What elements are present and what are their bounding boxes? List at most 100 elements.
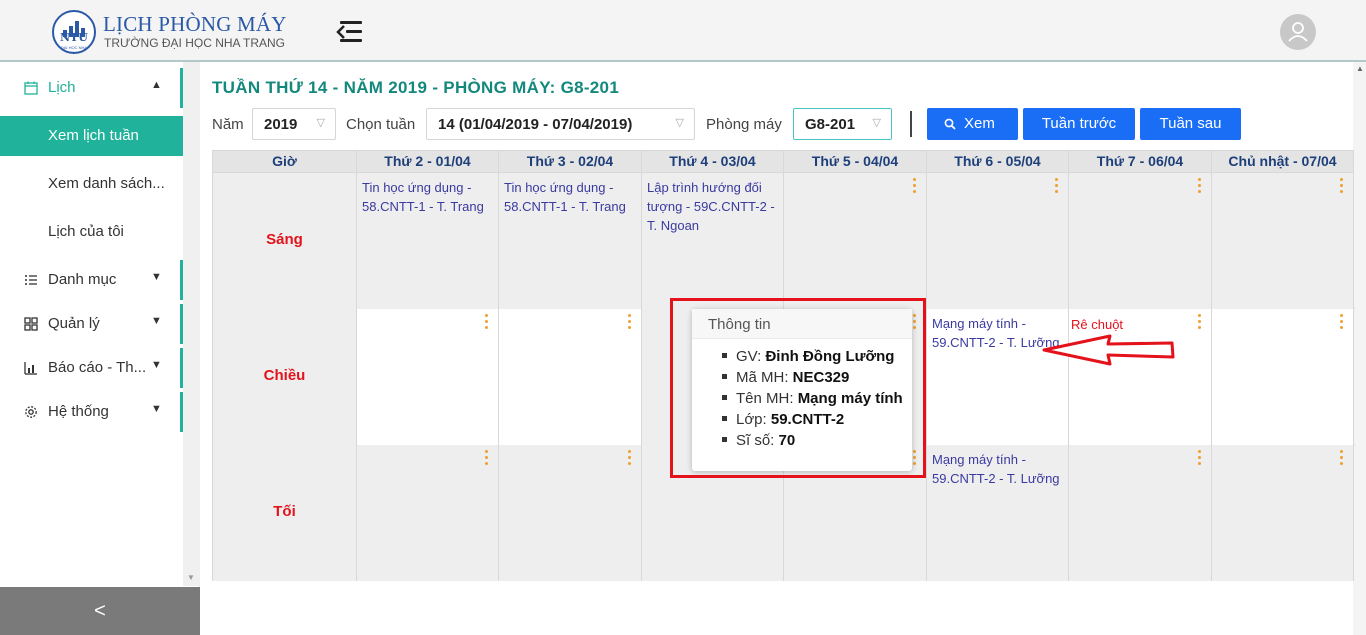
sidebar: Lịch ▲ Xem lịch tuần Xem danh sách... Lị… xyxy=(0,62,200,635)
chevron-up-icon: ▲ xyxy=(151,79,162,91)
collapse-arrow-icon xyxy=(336,25,345,39)
sidebar-item-system[interactable]: Hệ thống ▼ xyxy=(0,392,183,432)
table-header: Giờ Thứ 2 - 01/04 Thứ 3 - 02/04 Thứ 4 - … xyxy=(213,151,1353,173)
column-header-thu: Thứ 5 - 04/04 xyxy=(784,151,927,173)
week-select[interactable]: 14 (01/04/2019 - 07/04/2019) ▽ xyxy=(426,108,695,140)
sidebar-item-label: Báo cáo - Th... xyxy=(48,359,147,376)
more-options-icon[interactable] xyxy=(913,178,917,196)
room-label: Phòng máy xyxy=(706,116,782,133)
sidebar-collapse-button[interactable]: < xyxy=(0,587,200,635)
table-row-morning: Sáng Tin học ứng dụng - 58.CNTT-1 - T. T… xyxy=(213,173,1355,309)
prev-week-button[interactable]: Tuần trước xyxy=(1023,108,1135,140)
sidebar-scrollbar[interactable]: ▼ xyxy=(183,62,200,586)
column-header-tue: Thứ 3 - 02/04 xyxy=(499,151,642,173)
hover-note-label: Rê chuột xyxy=(1071,317,1124,332)
session-label-text: Chiều xyxy=(263,367,306,384)
more-options-icon[interactable] xyxy=(628,450,632,468)
sidebar-item-label: Xem lịch tuần xyxy=(48,127,139,144)
class-entry[interactable]: Tin học ứng dụng - 58.CNTT-1 - T. Trang xyxy=(362,178,492,216)
class-entry[interactable]: Tin học ứng dụng - 58.CNTT-1 - T. Trang xyxy=(504,178,635,216)
column-header-sat: Thứ 7 - 06/04 xyxy=(1069,151,1212,173)
class-entry[interactable]: Mạng máy tính - 59.CNTT-2 - T. Lưỡng xyxy=(932,450,1062,488)
more-options-icon[interactable] xyxy=(1340,178,1344,196)
chevron-down-icon: ▼ xyxy=(151,359,162,371)
column-header-wed: Thứ 4 - 03/04 xyxy=(642,151,784,173)
room-value: G8-201 xyxy=(805,116,856,133)
more-options-icon[interactable] xyxy=(1198,450,1202,468)
more-options-icon[interactable] xyxy=(1340,450,1344,468)
schedule-cell-fri-afternoon[interactable]: Mạng máy tính - 59.CNTT-2 - T. Lưỡng xyxy=(927,309,1069,445)
sidebar-item-week-view[interactable]: Xem lịch tuần xyxy=(0,116,183,156)
menu-line xyxy=(340,39,362,42)
schedule-cell-tue-afternoon[interactable] xyxy=(499,309,642,445)
column-header-sun: Chủ nhật - 07/04 xyxy=(1228,153,1337,169)
more-options-icon[interactable] xyxy=(485,450,489,468)
schedule-cell-wed-morning[interactable]: Lập trình hướng đối tượng - 59C.CNTT-2 -… xyxy=(642,173,784,309)
schedule-cell-sun-evening[interactable] xyxy=(1212,445,1353,581)
gear-icon xyxy=(25,406,37,418)
sidebar-item-calendar[interactable]: Lịch ▲ xyxy=(0,68,183,108)
schedule-cell-sun-morning[interactable] xyxy=(1212,173,1353,309)
column-header-fri: Thứ 6 - 05/04 xyxy=(927,151,1069,173)
more-options-icon[interactable] xyxy=(1055,178,1059,196)
schedule-cell-fri-evening[interactable]: Mạng máy tính - 59.CNTT-2 - T. Lưỡng xyxy=(927,445,1069,581)
sidebar-item-management[interactable]: Quản lý ▼ xyxy=(0,304,183,344)
sidebar-item-list-view[interactable]: Xem danh sách... xyxy=(48,175,165,192)
search-icon xyxy=(944,118,956,130)
sidebar-item-label: Danh mục xyxy=(48,271,117,288)
room-select[interactable]: G8-201 ▽ xyxy=(793,108,892,140)
filter-divider xyxy=(910,111,912,137)
bar-chart-icon xyxy=(24,362,37,375)
schedule-cell-tue-morning[interactable]: Tin học ứng dụng - 58.CNTT-1 - T. Trang xyxy=(499,173,642,309)
schedule-cell-mon-evening[interactable] xyxy=(357,445,499,581)
scrollbar-thumb[interactable] xyxy=(187,66,196,574)
sidebar-item-reports[interactable]: Báo cáo - Th... ▼ xyxy=(0,348,183,388)
week-value: 14 (01/04/2019 - 07/04/2019) xyxy=(438,116,633,133)
schedule-cell-sat-evening[interactable] xyxy=(1069,445,1212,581)
year-value: 2019 xyxy=(264,116,298,133)
schedule-cell-thu-morning[interactable] xyxy=(784,173,927,309)
app-subtitle: TRƯỜNG ĐẠI HỌC NHA TRANG xyxy=(104,36,285,50)
view-button[interactable]: Xem xyxy=(927,108,1018,140)
sidebar-item-my-schedule[interactable]: Lịch của tôi xyxy=(48,223,124,240)
logo-ring-text: ĐẠI HỌC NHA TRANG xyxy=(60,45,88,54)
more-options-icon[interactable] xyxy=(1198,314,1202,332)
schedule-cell-sat-afternoon[interactable]: Rê chuột xyxy=(1069,309,1212,445)
schedule-cell-tue-evening[interactable] xyxy=(499,445,642,581)
menu-line xyxy=(346,30,362,33)
session-label-morning: Sáng xyxy=(213,173,357,309)
scroll-down-icon[interactable]: ▼ xyxy=(187,573,195,582)
page-title: TUẦN THỨ 14 - NĂM 2019 - PHÒNG MÁY: G8-2… xyxy=(212,78,620,97)
more-options-icon[interactable] xyxy=(628,314,632,332)
year-label: Năm xyxy=(212,116,244,133)
chevron-down-icon: ▽ xyxy=(316,117,325,129)
ntu-logo[interactable]: NTU ĐẠI HỌC NHA TRANG xyxy=(52,10,96,54)
more-options-icon[interactable] xyxy=(1340,314,1344,332)
session-label-afternoon: Chiều xyxy=(213,309,357,445)
user-icon xyxy=(1288,22,1308,42)
sidebar-item-categories[interactable]: Danh mục ▼ xyxy=(0,260,183,300)
session-label-text: Sáng xyxy=(266,231,303,248)
more-options-icon[interactable] xyxy=(1198,178,1202,196)
view-button-label: Xem xyxy=(964,115,995,132)
annotation-highlight-box xyxy=(670,298,926,478)
session-label-text: Tối xyxy=(273,503,296,520)
menu-toggle-button[interactable] xyxy=(334,17,366,47)
user-avatar[interactable] xyxy=(1280,14,1316,50)
schedule-cell-sun-afternoon[interactable] xyxy=(1212,309,1353,445)
more-options-icon[interactable] xyxy=(485,314,489,332)
next-week-button[interactable]: Tuần sau xyxy=(1140,108,1241,140)
year-select[interactable]: 2019 ▽ xyxy=(252,108,336,140)
schedule-cell-mon-morning[interactable]: Tin học ứng dụng - 58.CNTT-1 - T. Trang xyxy=(357,173,499,309)
session-label-evening: Tối xyxy=(213,445,357,581)
menu-line xyxy=(340,21,362,24)
sidebar-item-label: Lịch xyxy=(48,79,76,96)
scroll-up-icon[interactable]: ▲ xyxy=(1356,64,1364,73)
schedule-cell-fri-morning[interactable] xyxy=(927,173,1069,309)
schedule-cell-mon-afternoon[interactable] xyxy=(357,309,499,445)
sidebar-item-label: Hệ thống xyxy=(48,403,109,420)
list-icon xyxy=(25,275,37,285)
class-entry[interactable]: Lập trình hướng đối tượng - 59C.CNTT-2 -… xyxy=(647,178,777,235)
grid-icon xyxy=(24,317,38,331)
schedule-cell-sat-morning[interactable] xyxy=(1069,173,1212,309)
